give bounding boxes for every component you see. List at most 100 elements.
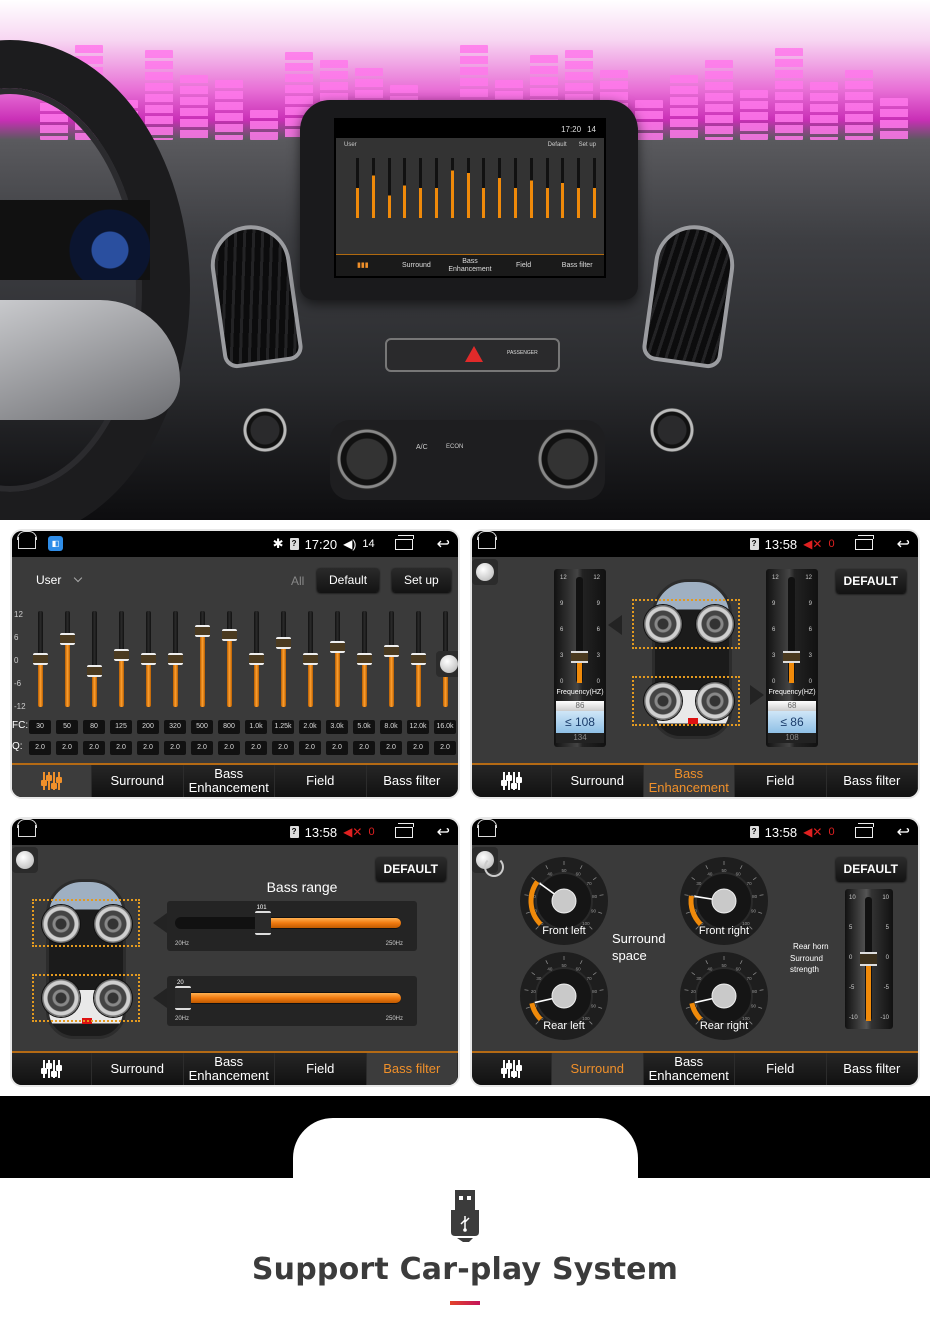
eq-band-slider[interactable] bbox=[357, 611, 372, 707]
fc-value[interactable]: 500 bbox=[191, 720, 213, 734]
q-value[interactable]: 2.0 bbox=[380, 741, 402, 755]
slider-track[interactable] bbox=[175, 986, 401, 1010]
fc-value[interactable]: 800 bbox=[218, 720, 240, 734]
volume-icon[interactable]: ◀) bbox=[343, 537, 356, 551]
q-value[interactable]: 2.0 bbox=[218, 741, 240, 755]
picker-next-value[interactable]: 134 bbox=[556, 733, 604, 743]
back-icon[interactable]: ↩ bbox=[437, 822, 450, 842]
floating-assistive-button[interactable] bbox=[436, 651, 458, 677]
default-button[interactable]: DEFAULT bbox=[375, 857, 446, 881]
rear-horn-strength-slider[interactable]: 10 10 5 5 0 0 -5 -5 -10 -10 bbox=[845, 889, 893, 1029]
eq-band-slider[interactable] bbox=[249, 611, 264, 707]
q-value[interactable]: 2.0 bbox=[326, 741, 348, 755]
all-toggle[interactable]: All bbox=[291, 574, 304, 588]
fc-value[interactable]: 8.0k bbox=[380, 720, 402, 734]
fc-value[interactable]: 2.0k bbox=[299, 720, 321, 734]
eq-band-slider[interactable] bbox=[87, 611, 102, 707]
picker-prev-value[interactable]: 86 bbox=[556, 701, 604, 711]
floating-assistive-button[interactable] bbox=[12, 847, 38, 873]
volume-muted-icon[interactable]: ◀✕ bbox=[803, 825, 822, 839]
fc-value[interactable]: 1.0k bbox=[245, 720, 267, 734]
tab-bass-filter[interactable]: Bass filter bbox=[827, 1053, 918, 1085]
q-value[interactable]: 2.0 bbox=[245, 741, 267, 755]
home-icon[interactable] bbox=[17, 819, 37, 837]
preset-dropdown[interactable]: User bbox=[36, 573, 83, 587]
rear-bass-range-slider[interactable]: 20 20Hz 250Hz bbox=[167, 976, 417, 1026]
rear-bass-level-slider[interactable]: 12 12 9 9 6 6 3 3 0 0 Frequency(HZ) 68 ≤ 86 108 bbox=[766, 569, 818, 747]
home-icon[interactable] bbox=[477, 819, 497, 837]
slider-handle[interactable] bbox=[254, 911, 271, 935]
fc-value[interactable]: 3.0k bbox=[326, 720, 348, 734]
tab-field[interactable]: Field bbox=[735, 765, 827, 797]
fc-value[interactable]: 5.0k bbox=[353, 720, 375, 734]
eq-band-slider[interactable] bbox=[222, 611, 237, 707]
fc-value[interactable]: 50 bbox=[56, 720, 78, 734]
tab-field[interactable]: Field bbox=[275, 1053, 367, 1085]
slider-handle[interactable] bbox=[87, 665, 102, 677]
tab-bass-filter[interactable]: Bass filter bbox=[827, 765, 918, 797]
back-icon[interactable]: ↩ bbox=[437, 534, 450, 554]
slider-handle[interactable] bbox=[175, 986, 191, 1010]
eq-band-slider[interactable] bbox=[303, 611, 318, 707]
slider-handle[interactable] bbox=[114, 649, 129, 661]
fc-value[interactable]: 125 bbox=[110, 720, 132, 734]
back-icon[interactable]: ↩ bbox=[897, 534, 910, 554]
q-value[interactable]: 2.0 bbox=[407, 741, 429, 755]
eq-band-slider[interactable] bbox=[141, 611, 156, 707]
tab-bass-filter[interactable]: Bass filter bbox=[366, 1053, 458, 1085]
slider-handle[interactable] bbox=[783, 650, 800, 663]
volume-muted-icon[interactable]: ◀✕ bbox=[343, 825, 362, 839]
tab-surround[interactable]: Surround bbox=[92, 1053, 184, 1085]
tab-surround[interactable]: Surround bbox=[552, 765, 644, 797]
q-value[interactable]: 2.0 bbox=[353, 741, 375, 755]
recent-apps-icon[interactable] bbox=[854, 534, 874, 550]
frequency-picker[interactable]: 86 ≤ 108 134 bbox=[556, 701, 604, 745]
slider-handle[interactable] bbox=[195, 625, 210, 637]
fc-value[interactable]: 200 bbox=[137, 720, 159, 734]
slider-handle[interactable] bbox=[357, 653, 372, 665]
tab-bass-enhancement[interactable]: Bass Enhancement bbox=[184, 1053, 275, 1085]
slider-track[interactable] bbox=[860, 897, 877, 1021]
slider-handle[interactable] bbox=[60, 633, 75, 645]
slider-track[interactable] bbox=[783, 577, 800, 683]
slider-handle[interactable] bbox=[384, 645, 399, 657]
picker-current-value[interactable]: ≤ 108 bbox=[556, 711, 604, 733]
back-icon[interactable]: ↩ bbox=[897, 822, 910, 842]
q-value[interactable]: 2.0 bbox=[434, 741, 456, 755]
home-icon[interactable] bbox=[17, 531, 37, 549]
q-value[interactable]: 2.0 bbox=[110, 741, 132, 755]
tab-bass-enhancement[interactable]: Bass Enhancement bbox=[644, 1053, 735, 1085]
eq-band-slider[interactable] bbox=[195, 611, 210, 707]
fc-value[interactable]: 16.0k bbox=[434, 720, 456, 734]
q-value[interactable]: 2.0 bbox=[164, 741, 186, 755]
tab-surround[interactable]: Surround bbox=[92, 765, 184, 797]
volume-muted-icon[interactable]: ◀✕ bbox=[803, 537, 822, 551]
slider-handle[interactable] bbox=[249, 653, 264, 665]
fc-value[interactable]: 1.25k bbox=[272, 720, 294, 734]
slider-handle[interactable] bbox=[222, 629, 237, 641]
picker-prev-value[interactable]: 68 bbox=[768, 701, 816, 711]
default-button[interactable]: DEFAULT bbox=[835, 569, 906, 593]
slider-handle[interactable] bbox=[276, 637, 291, 649]
app-icon[interactable]: ◧ bbox=[48, 536, 63, 551]
slider-handle[interactable] bbox=[411, 653, 426, 665]
slider-handle[interactable] bbox=[571, 650, 588, 663]
tab-bass-enhancement[interactable]: Bass Enhancement bbox=[643, 765, 735, 797]
setup-button[interactable]: Set up bbox=[392, 568, 451, 592]
tab-field[interactable]: Field bbox=[275, 765, 367, 797]
tab-surround[interactable]: Surround bbox=[552, 1053, 644, 1085]
q-value[interactable]: 2.0 bbox=[137, 741, 159, 755]
q-value[interactable]: 2.0 bbox=[272, 741, 294, 755]
fc-value[interactable]: 80 bbox=[83, 720, 105, 734]
q-value[interactable]: 2.0 bbox=[191, 741, 213, 755]
slider-handle[interactable] bbox=[860, 952, 877, 966]
fc-value[interactable]: 30 bbox=[29, 720, 51, 734]
tab-equalizer[interactable] bbox=[12, 765, 92, 797]
front-bass-level-slider[interactable]: 12 12 9 9 6 6 3 3 0 0 Frequency(HZ) 86 ≤ 108 134 bbox=[554, 569, 606, 747]
slider-handle[interactable] bbox=[33, 653, 48, 665]
q-value[interactable]: 2.0 bbox=[29, 741, 51, 755]
tab-field[interactable]: Field bbox=[735, 1053, 827, 1085]
fc-value[interactable]: 320 bbox=[164, 720, 186, 734]
q-value[interactable]: 2.0 bbox=[56, 741, 78, 755]
slider-handle[interactable] bbox=[168, 653, 183, 665]
